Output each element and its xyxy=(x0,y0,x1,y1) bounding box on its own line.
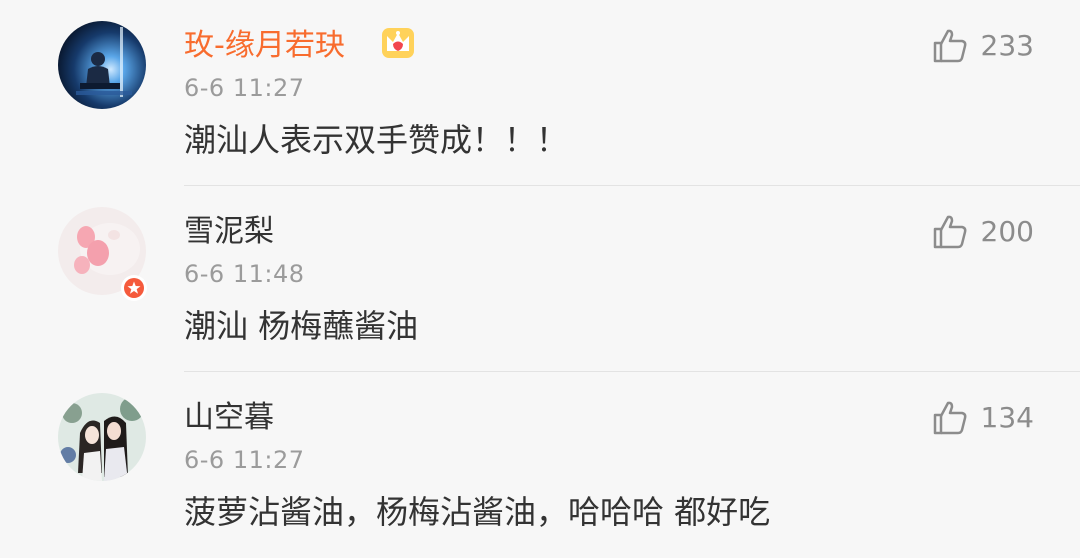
verified-badge-icon xyxy=(127,281,141,294)
crown-icon xyxy=(382,28,414,58)
thumbs-up-icon xyxy=(933,401,966,435)
thumbs-up-icon xyxy=(933,215,966,249)
username[interactable]: 雪泥梨 xyxy=(184,212,274,252)
username[interactable]: 山空暮 xyxy=(184,398,274,438)
comment-text: 潮汕 杨梅蘸酱油 xyxy=(184,307,419,345)
like-count: 233 xyxy=(980,29,1034,62)
timestamp: 6-6 11:27 xyxy=(184,74,305,102)
like-button[interactable]: 233 xyxy=(931,24,1034,68)
username[interactable]: 玫-缘月若玦 xyxy=(184,26,345,66)
comment-text: 潮汕人表示双手赞成！！！ xyxy=(184,121,569,159)
avatar[interactable] xyxy=(58,393,146,481)
comment-item: 玫-缘月若玦 6-6 11:27 潮汕人表示双手赞成！！！ 233 xyxy=(0,0,1080,186)
thumbs-up-icon xyxy=(933,29,966,63)
comment-item: 山空暮 6-6 11:27 菠萝沾酱油，杨梅沾酱油，哈哈哈 都好吃 134 xyxy=(0,372,1080,558)
anime-couple-avatar-icon xyxy=(58,393,146,481)
avatar[interactable] xyxy=(58,21,146,109)
like-count: 200 xyxy=(980,215,1034,248)
verified-badge xyxy=(121,275,147,301)
like-button[interactable]: 134 xyxy=(931,396,1034,440)
comment-text: 菠萝沾酱油，杨梅沾酱油，哈哈哈 都好吃 xyxy=(184,493,771,531)
timestamp: 6-6 11:48 xyxy=(184,260,305,288)
comment-list: 玫-缘月若玦 6-6 11:27 潮汕人表示双手赞成！！！ 233 雪泥梨 6-… xyxy=(0,0,1080,558)
timestamp: 6-6 11:27 xyxy=(184,446,305,474)
like-count: 134 xyxy=(980,401,1034,434)
like-button[interactable]: 200 xyxy=(931,210,1034,254)
stage-performer-avatar-icon xyxy=(58,21,146,109)
comment-item: 雪泥梨 6-6 11:48 潮汕 杨梅蘸酱油 200 xyxy=(0,186,1080,372)
